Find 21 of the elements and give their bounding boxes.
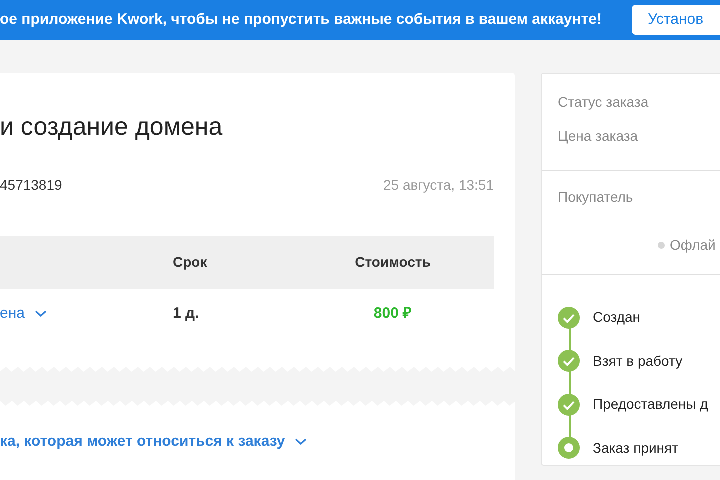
buyer-label: Покупатель xyxy=(558,188,634,207)
column-header: Срок xyxy=(173,253,208,272)
column-header: Стоимость xyxy=(354,253,432,272)
order-number: 45713819 xyxy=(0,176,62,195)
term-cell-text: 1 д. xyxy=(173,304,200,324)
price-label: Цена заказа xyxy=(558,127,640,146)
order-title: и создание домена xyxy=(0,112,224,143)
step-label: Взят в работу xyxy=(593,352,683,371)
step-label: Создан xyxy=(593,308,641,328)
banner-text: ое приложение Kwork, чтобы не пропустить важные события в вашем аккаунте! xyxy=(0,10,602,30)
price-cell-text: 800 ₽ xyxy=(374,304,412,324)
order-date: 25 августа, 13:51 xyxy=(384,176,494,195)
step-label: Заказ принят xyxy=(593,438,679,458)
related-link[interactable]: ка, которая может относиться к заказу xyxy=(0,431,308,454)
chevron-down-icon xyxy=(34,310,47,318)
step-label: Предоставлены д xyxy=(593,395,708,414)
chevron-down-icon xyxy=(295,438,308,446)
buyer-status: Офлай xyxy=(670,236,716,255)
install-button[interactable]: Установ xyxy=(632,5,720,35)
service-link[interactable]: ена xyxy=(0,302,173,326)
status-label: Статус заказа xyxy=(558,93,650,112)
